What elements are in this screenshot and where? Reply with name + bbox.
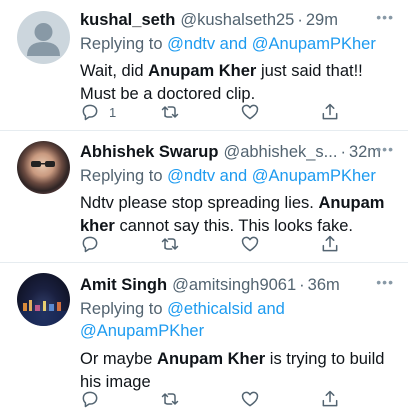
reply-button[interactable]	[80, 234, 109, 254]
more-options-icon[interactable]: •••	[376, 141, 394, 157]
replying-to: Replying to @ndtv and @AnupamPKher	[80, 33, 394, 55]
retweet-button[interactable]	[160, 389, 180, 409]
share-button[interactable]	[320, 389, 340, 409]
tweet-header: Abhishek Swarup @abhishek_s... · 32m	[80, 142, 394, 162]
like-icon	[241, 104, 259, 120]
avatar[interactable]	[17, 11, 70, 64]
tweet-text-part: cannot say this. This looks fake.	[114, 217, 354, 235]
reply-icon	[82, 236, 98, 253]
tweet-abhishek-swarup[interactable]: Abhishek Swarup @abhishek_s... · 32m •••…	[0, 131, 408, 263]
tweet-header: Amit Singh @amitsingh9061 · 36m	[80, 275, 394, 295]
share-button[interactable]	[320, 234, 340, 254]
replying-to-label: Replying to	[80, 300, 168, 318]
retweet-icon	[161, 393, 179, 405]
tweet-actions	[0, 389, 408, 413]
profile-photo	[31, 161, 55, 167]
separator-dot: ·	[299, 276, 305, 294]
tweet-text: Or maybe Anupam Kher is trying to build …	[80, 348, 394, 394]
tweet-text-part: Ndtv please stop spreading lies.	[80, 194, 319, 212]
tweet-text-bold: Anupam Kher	[157, 350, 266, 368]
more-options-icon[interactable]: •••	[376, 9, 394, 25]
like-button[interactable]	[240, 102, 260, 122]
separator-dot: ·	[340, 143, 346, 161]
tweet-text: Ndtv please stop spreading lies. Anupam …	[80, 192, 394, 238]
separator-dot: ·	[297, 11, 303, 29]
like-button[interactable]	[240, 234, 260, 254]
author-handle[interactable]: @amitsingh9061	[172, 275, 296, 295]
reply-mention-link[interactable]: @ethicalsid and	[167, 300, 285, 318]
avatar[interactable]	[17, 141, 70, 194]
default-profile-icon	[27, 23, 60, 56]
reply-icon	[82, 104, 98, 121]
share-button[interactable]	[320, 102, 340, 122]
replying-to-label: Replying to	[80, 35, 168, 53]
reply-button[interactable]	[80, 389, 109, 409]
share-icon	[322, 235, 338, 252]
share-icon	[322, 103, 338, 120]
tweet-text-part: Wait, did	[80, 62, 149, 80]
replying-to: Replying to @ndtv and @AnupamPKher	[80, 165, 394, 187]
tweet-text-bold: Anupam Kher	[148, 62, 257, 80]
retweet-icon	[161, 238, 179, 250]
reply-icon	[82, 391, 98, 408]
tweet-text-part: Or maybe	[80, 350, 158, 368]
tweet-header: kushal_seth @kushalseth25 · 29m	[80, 10, 394, 30]
reply-mention-link[interactable]: @ndtv and @AnupamPKher	[167, 35, 376, 53]
reply-mention-link[interactable]: @ndtv and @AnupamPKher	[167, 167, 376, 185]
retweet-button[interactable]	[160, 102, 180, 122]
retweet-button[interactable]	[160, 234, 180, 254]
author-name[interactable]: Amit Singh	[80, 275, 167, 295]
like-icon	[241, 236, 259, 252]
replying-to-label: Replying to	[80, 167, 168, 185]
reply-count: 1	[109, 104, 117, 120]
retweet-icon	[161, 106, 179, 118]
tweet-actions: 1	[0, 102, 408, 126]
tweet-amit-singh[interactable]: Amit Singh @amitsingh9061 · 36m ••• Repl…	[0, 263, 408, 416]
more-options-icon[interactable]: •••	[376, 274, 394, 290]
tweet-actions	[0, 234, 408, 258]
reply-mention-link[interactable]: @AnupamPKher	[80, 322, 204, 340]
timestamp[interactable]: 29m	[306, 10, 338, 30]
avatar[interactable]	[17, 273, 70, 326]
timestamp[interactable]: 36m	[308, 275, 340, 295]
author-name[interactable]: Abhishek Swarup	[80, 142, 218, 162]
tweet-kushal-seth[interactable]: kushal_seth @kushalseth25 · 29m ••• Repl…	[0, 0, 408, 131]
author-name[interactable]: kushal_seth	[80, 10, 175, 30]
like-button[interactable]	[240, 389, 260, 409]
profile-photo	[17, 300, 70, 326]
tweet-text: Wait, did Anupam Kher just said that!! M…	[80, 60, 394, 106]
author-handle[interactable]: @kushalseth25	[180, 10, 294, 30]
like-icon	[241, 391, 259, 407]
replying-to: Replying to @ethicalsid and @AnupamPKher	[80, 298, 394, 342]
author-handle[interactable]: @abhishek_s...	[223, 142, 337, 162]
share-icon	[322, 390, 338, 407]
reply-button[interactable]: 1	[80, 102, 116, 122]
